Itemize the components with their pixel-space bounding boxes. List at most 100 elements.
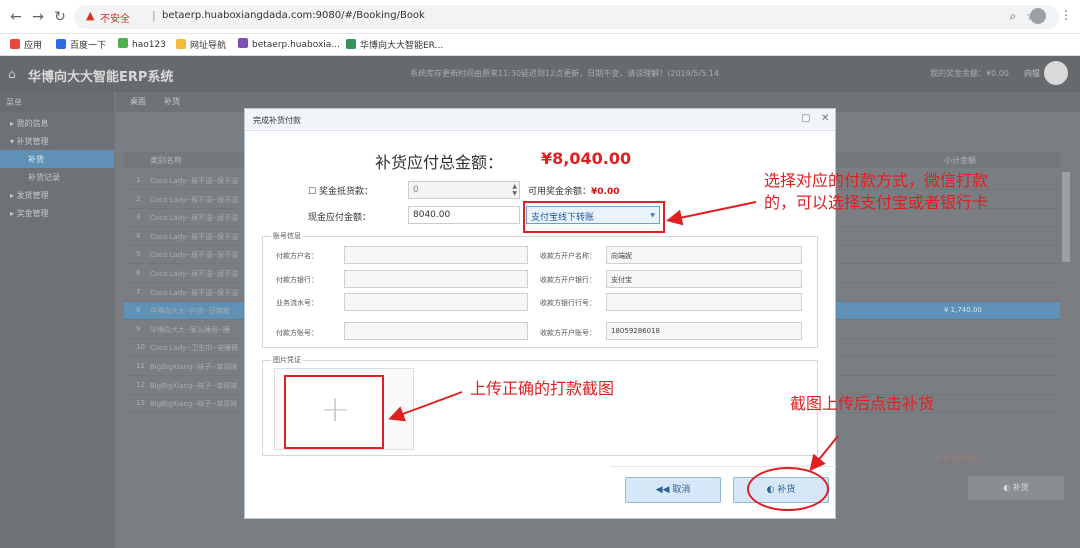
bookmark-apps[interactable]: 应用 [10,38,42,51]
app-title: 华博向大大智能ERP系统 [28,70,174,85]
sidebar-item-restock-mgmt[interactable]: ▾ 补货管理 [0,132,114,150]
available-bonus: 可用奖金余额：¥0.00 [528,184,619,197]
submit-highlight [747,467,829,511]
sidebar-item-restock-records[interactable]: 补货记录 [0,168,114,186]
dialog-title: 完成补货付款 [253,116,301,125]
row-category: Coco Lady--尿不湿--尿不湿 [150,177,239,185]
sidebar-item-label: 补货 [28,155,44,164]
scrollbar[interactable] [1062,172,1070,262]
annotation-upload: 上传正确的打款截图 [470,379,615,398]
sidebar-item-shipping[interactable]: ▸ 发货管理 [0,186,114,204]
menu-icon[interactable]: ⋮ [1060,8,1072,22]
annotation-payment-method-1: 选择对应的付款方式，微信打款 [764,171,989,190]
row-category: Coco Lady--尿不湿--尿不湿 [150,232,239,241]
sidebar-item-label: 补货管理 [16,137,49,146]
url-separator: | [152,9,156,22]
bookmark-betaerp[interactable]: betaerp.huaboxia... [238,38,340,50]
apps-grid-icon [10,39,20,49]
sidebar-item-my-info[interactable]: ▸ 我的信息 [0,114,114,132]
total-heading: 补货应付总金额： [375,153,504,172]
avatar[interactable] [1044,61,1068,85]
bookmark-erp[interactable]: 华博向大大智能ER... [346,38,443,51]
bonus-input[interactable]: 0 ▲ ▼ [408,181,520,199]
row-category: 华博向大大--内衣--日韩款 [150,307,231,316]
payer-account-input[interactable] [344,322,528,340]
reload-icon[interactable]: ↻ [52,9,68,25]
maximize-icon[interactable]: ▢ [801,113,810,124]
spinner-icon[interactable]: ▲ ▼ [512,183,517,197]
forward-icon[interactable]: → [30,9,46,25]
row-category: BigBigXiang--袜子--单双袜 [150,400,238,409]
payment-method-highlight [523,201,665,233]
bookmark-nav[interactable]: 网址导航 [176,38,226,51]
row-category: BigBigXiang--袜子--单双袜 [150,363,238,371]
payee-name-label: 收款方开户名称： [540,252,596,260]
sidebar-item-restock[interactable]: 补货 [0,150,114,168]
bonus-checkbox[interactable]: ☐ 奖金抵货款： [308,184,373,197]
cash-input[interactable]: 8040.00 [408,206,520,224]
account-legend: 账号信息 [271,231,303,241]
payer-account-label: 付款方账号： [276,329,318,337]
profile-icon[interactable] [1030,8,1046,24]
bookmark-hao123[interactable]: hao123 [118,38,166,50]
sidebar-item-label: 补货记录 [28,173,60,182]
tab-desktop[interactable]: 桌面 [130,96,146,107]
grid-total: ¥ 8,040.00 [936,454,980,463]
payee-bank-no-label: 收款方银行行号： [540,299,596,307]
bookmark-label: 百度一下 [70,41,107,51]
address-bar[interactable]: ▲ 不安全 | betaerp.huaboxiangdada.com:9080/… [74,5,1059,29]
site-icon [346,39,356,49]
annotation-submit: 截图上传后点击补货 [790,394,935,413]
row-number: 6 [136,269,141,277]
sidebar-item-bonus[interactable]: ▸ 奖金管理 [0,204,114,222]
home-icon[interactable]: ⌂ [8,67,16,81]
bonus-value: 0 [413,185,419,195]
button-label: 取消 [672,485,691,495]
sidebar-item-label: 我的信息 [16,119,49,128]
row-category: Coco Lady--尿不湿--尿不湿 [150,251,239,260]
row-number: 10 [136,343,145,352]
payee-name-value: 向端妮 [611,252,632,260]
cancel-button[interactable]: ◀◀ 取消 [625,477,721,503]
baidu-icon [56,39,66,49]
balance-text: 我的奖金余额：¥0.00 [930,69,1009,78]
user-name[interactable]: 向锟 [1024,68,1040,79]
row-number: 9 [136,324,141,333]
cash-label: 现金应付金额： [308,213,372,223]
payee-account-value: 18059286018 [611,327,660,335]
row-number: 13 [136,399,145,408]
row-number: 3 [136,213,141,222]
back-icon[interactable]: ← [8,9,24,25]
payer-name-label: 付款方户名： [276,252,318,260]
payee-bank-input: 支付宝 [606,270,802,288]
bookmark-label: 华博向大大智能ER... [360,41,444,51]
total-amount: ¥8,040.00 [541,149,632,168]
nav-icon [176,39,186,49]
security-label: 不安全 [100,14,130,25]
app-header: ⌂ 华博向大大智能ERP系统 系统库存更新时间由原来11:30延迟到12点更新，… [0,56,1080,92]
bookmark-baidu[interactable]: 百度一下 [56,38,106,51]
column-header: 小计金额 [944,156,976,165]
row-number: 12 [136,380,145,389]
payer-name-input[interactable] [344,246,528,264]
payee-name-input: 向端妮 [606,246,802,264]
restock-button-bg[interactable]: ◐ 补货 [968,476,1064,500]
warning-icon: ▲ [86,9,95,22]
serial-input[interactable] [344,293,528,311]
payee-account-input: 18059286018 [606,322,802,340]
column-header: 类别名称 [150,156,182,165]
available-label: 可用奖金余额： [528,187,592,197]
bookmark-label: hao123 [132,40,166,50]
close-icon[interactable]: ✕ [821,113,829,124]
payer-bank-input[interactable] [344,270,528,288]
bonus-label: 奖金抵货款： [318,187,373,197]
payee-bank-no-input [606,293,802,311]
url-text[interactable]: betaerp.huaboxiangdada.com:9080/#/Bookin… [162,10,425,21]
available-value: ¥0.00 [591,187,620,197]
row-number: 4 [136,231,141,240]
row-category: Coco Lady--尿不湿--尿不湿 [150,288,239,297]
upload-button[interactable]: + [284,375,384,449]
cash-value: 8040.00 [413,210,451,220]
row-number: 11 [136,362,145,370]
tab-restock[interactable]: 补货 [164,96,180,107]
